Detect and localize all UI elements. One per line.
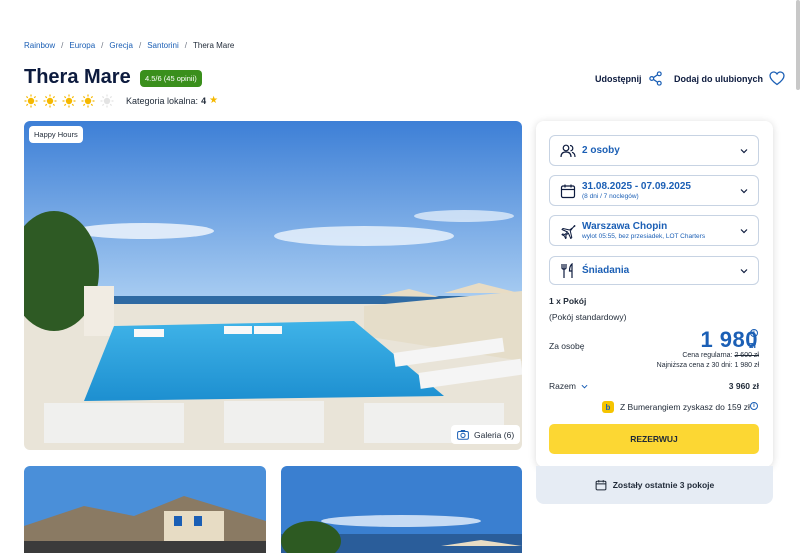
lowest-price-30-days: Najniższa cena z 30 dni: 1 980 zł bbox=[656, 362, 759, 369]
total-label: Razem bbox=[549, 381, 576, 391]
bumerang-text: Z Bumerangiem zyskasz do 159 zł bbox=[620, 402, 750, 412]
price-currency: zł bbox=[749, 340, 757, 350]
calendar-icon bbox=[560, 184, 576, 198]
gallery-label: Galeria (6) bbox=[474, 429, 515, 440]
breadcrumb-current: Thera Mare bbox=[193, 41, 235, 50]
dates-value: 31.08.2025 - 07.09.2025 bbox=[582, 181, 691, 192]
favorite-button[interactable]: Dodaj do ulubionych bbox=[674, 71, 785, 86]
breadcrumb-separator: / bbox=[138, 41, 142, 50]
page-title: Thera Mare bbox=[24, 66, 131, 88]
sea-view-photo bbox=[281, 466, 522, 553]
per-person-label: Za osobę bbox=[549, 341, 585, 351]
bumerang-logo: b bbox=[602, 401, 614, 413]
breadcrumb-link-europa[interactable]: Europa bbox=[69, 41, 95, 50]
favorite-label: Dodaj do ulubionych bbox=[674, 73, 763, 84]
local-category: Kategoria lokalna: 4 ★ bbox=[126, 95, 218, 106]
regular-price-label: Cena regularna: bbox=[682, 352, 733, 359]
share-label: Udostępnij bbox=[595, 73, 642, 84]
rooms-left-text: Zostały ostatnie 3 pokoje bbox=[612, 480, 715, 490]
persons-icon bbox=[560, 144, 576, 157]
total-price: 3 960 zł bbox=[728, 381, 759, 391]
star-icon: ★ bbox=[209, 95, 219, 106]
info-icon[interactable]: i bbox=[750, 402, 758, 410]
board-value: Śniadania bbox=[582, 265, 630, 276]
persons-value: 2 osoby bbox=[582, 145, 620, 156]
airplane-icon bbox=[561, 224, 576, 239]
info-icon[interactable]: i bbox=[750, 329, 758, 337]
happy-hours-badge: Happy Hours bbox=[29, 126, 83, 143]
bumerang-promo: b Z Bumerangiem zyskasz do 159 zł bbox=[602, 401, 750, 413]
departure-selector[interactable]: Warszawa Chopin wylot 05:55, bez przesia… bbox=[549, 215, 759, 246]
hotel-building-photo bbox=[24, 466, 266, 553]
reserve-button[interactable]: REZERWUJ bbox=[549, 424, 759, 454]
share-icon bbox=[648, 71, 662, 86]
persons-selector[interactable]: 2 osoby bbox=[549, 135, 759, 166]
chevron-down-icon bbox=[581, 384, 588, 389]
room-count: 1 x Pokój bbox=[549, 296, 587, 306]
breadcrumb-separator: / bbox=[101, 41, 104, 50]
dates-selector[interactable]: 31.08.2025 - 07.09.2025 (8 dni / 7 nocle… bbox=[549, 175, 759, 206]
sun-rating bbox=[24, 94, 114, 108]
sun-icon bbox=[43, 94, 57, 108]
camera-icon bbox=[457, 430, 469, 440]
breadcrumb-link-grecja[interactable]: Grecja bbox=[109, 41, 133, 50]
total-toggle[interactable]: Razem bbox=[549, 381, 588, 391]
category-value: 4 bbox=[201, 95, 207, 106]
page-scrollbar[interactable] bbox=[796, 0, 800, 90]
calendar-icon bbox=[595, 480, 607, 491]
breadcrumb-link-rainbow[interactable]: Rainbow bbox=[24, 41, 55, 50]
share-button[interactable]: Udostępnij bbox=[595, 71, 663, 86]
board-selector[interactable]: Śniadania bbox=[549, 256, 759, 285]
chevron-down-icon bbox=[740, 148, 748, 153]
regular-price-value: 2 600 zł bbox=[734, 352, 759, 359]
room-type: (Pokój standardowy) bbox=[549, 312, 627, 322]
category-label: Kategoria lokalna: bbox=[126, 95, 199, 106]
pool-photo bbox=[24, 121, 522, 450]
hotel-thumbnail-photo[interactable] bbox=[281, 466, 522, 553]
rating-badge[interactable]: 4.5/6 (45 opinii) bbox=[140, 70, 202, 87]
flight-details: wylot 05:55, bez przesiadek, LOT Charter… bbox=[582, 233, 706, 240]
sun-icon bbox=[62, 94, 76, 108]
sun-empty-icon bbox=[100, 94, 114, 108]
regular-price: Cena regularna: 2 600 zł bbox=[682, 352, 759, 359]
airport-value: Warszawa Chopin bbox=[582, 221, 668, 232]
breadcrumb-separator: / bbox=[61, 41, 64, 50]
dates-duration: (8 dni / 7 noclegów) bbox=[582, 193, 639, 200]
sun-icon bbox=[81, 94, 95, 108]
hotel-thumbnail-photo[interactable] bbox=[24, 466, 266, 553]
chevron-down-icon bbox=[740, 228, 748, 233]
breadcrumb-link-santorini[interactable]: Santorini bbox=[147, 41, 179, 50]
gallery-button[interactable]: Galeria (6) bbox=[451, 425, 521, 444]
booking-panel bbox=[536, 121, 773, 467]
breadcrumb-separator: / bbox=[184, 41, 188, 50]
chevron-down-icon bbox=[740, 268, 748, 273]
rating-score: 4.5/6 bbox=[145, 74, 162, 83]
breadcrumb: Rainbow / Europa / Grecja / Santorini / … bbox=[24, 41, 234, 50]
chevron-down-icon bbox=[740, 188, 748, 193]
rating-reviews: (45 opinii) bbox=[163, 74, 197, 83]
rooms-left-notice: Zostały ostatnie 3 pokoje bbox=[536, 466, 773, 504]
sun-icon bbox=[24, 94, 38, 108]
cutlery-icon bbox=[561, 262, 573, 278]
heart-icon bbox=[769, 71, 785, 86]
hotel-main-photo[interactable] bbox=[24, 121, 522, 450]
